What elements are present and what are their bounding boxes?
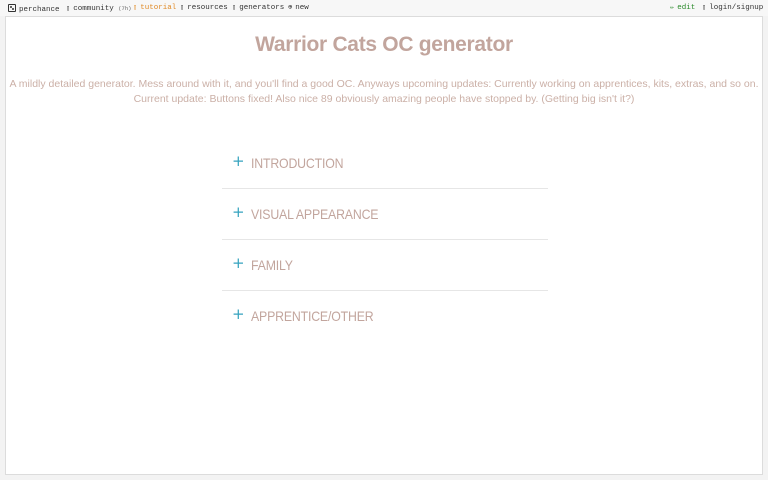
pencil-icon: ✏ [670,4,675,12]
book-icon: ▯ [133,4,138,12]
page-description: A mildly detailed generator. Mess around… [6,77,762,107]
generator-panel: Warrior Cats OC generator A mildly detai… [5,16,763,475]
nav-new-link[interactable]: ⊕ new [288,4,309,13]
description-line-2: Current update: Buttons fixed! Also nice… [133,93,635,105]
plus-icon: + [232,254,245,272]
nav-perchance-link[interactable]: perchance [8,4,60,15]
plus-circle-icon: ⊕ [288,4,293,12]
chat-icon: ▯ [66,5,71,13]
accordion-item-visual-appearance[interactable]: + VISUAL APPEARANCE [222,189,548,240]
nav-resources-link[interactable]: ▯ resources [180,4,228,13]
accordion-item-label: APPRENTICE/OTHER [251,308,374,324]
nav-community-link[interactable]: ▯ community (7h) [66,4,131,14]
plus-icon: + [232,203,245,221]
user-icon: ▯ [702,4,707,12]
generators-icon: ▯ [232,4,237,12]
plus-icon: + [232,305,245,323]
top-nav-bar: perchance ▯ community (7h) ▯ tutorial ▯ res… [0,0,768,16]
nav-generators-label: generators [239,4,285,12]
accordion: + INTRODUCTION + VISUAL APPEARANCE + FAM… [222,138,548,341]
plus-icon: + [232,152,245,170]
accordion-item-label: INTRODUCTION [251,155,344,171]
nav-resources-label: resources [187,4,228,12]
nav-generators-link[interactable]: ▯ generators [232,4,284,13]
resources-icon: ▯ [180,4,185,12]
nav-tutorial-link[interactable]: ▯ tutorial [133,4,176,13]
accordion-item-label: FAMILY [251,257,293,273]
accordion-item-introduction[interactable]: + INTRODUCTION [222,138,548,189]
accordion-item-apprentice-other[interactable]: + APPRENTICE/OTHER [222,291,548,341]
accordion-item-family[interactable]: + FAMILY [222,240,548,291]
nav-tutorial-label: tutorial [140,4,177,12]
nav-perchance-label: perchance [19,6,60,14]
nav-login-label: login/signup [709,4,764,12]
dice-icon [8,4,16,12]
description-line-1: A mildly detailed generator. Mess around… [9,78,759,90]
community-badge: (7h) [118,5,132,12]
accordion-item-label: VISUAL APPEARANCE [251,206,379,222]
nav-login-link[interactable]: ▯ login/signup [702,4,763,13]
page-title: Warrior Cats OC generator [255,33,513,56]
nav-edit-label: edit [677,4,696,12]
nav-edit-link[interactable]: ✏ edit [670,4,695,13]
nav-new-label: new [295,4,309,12]
nav-community-label: community [73,5,114,13]
